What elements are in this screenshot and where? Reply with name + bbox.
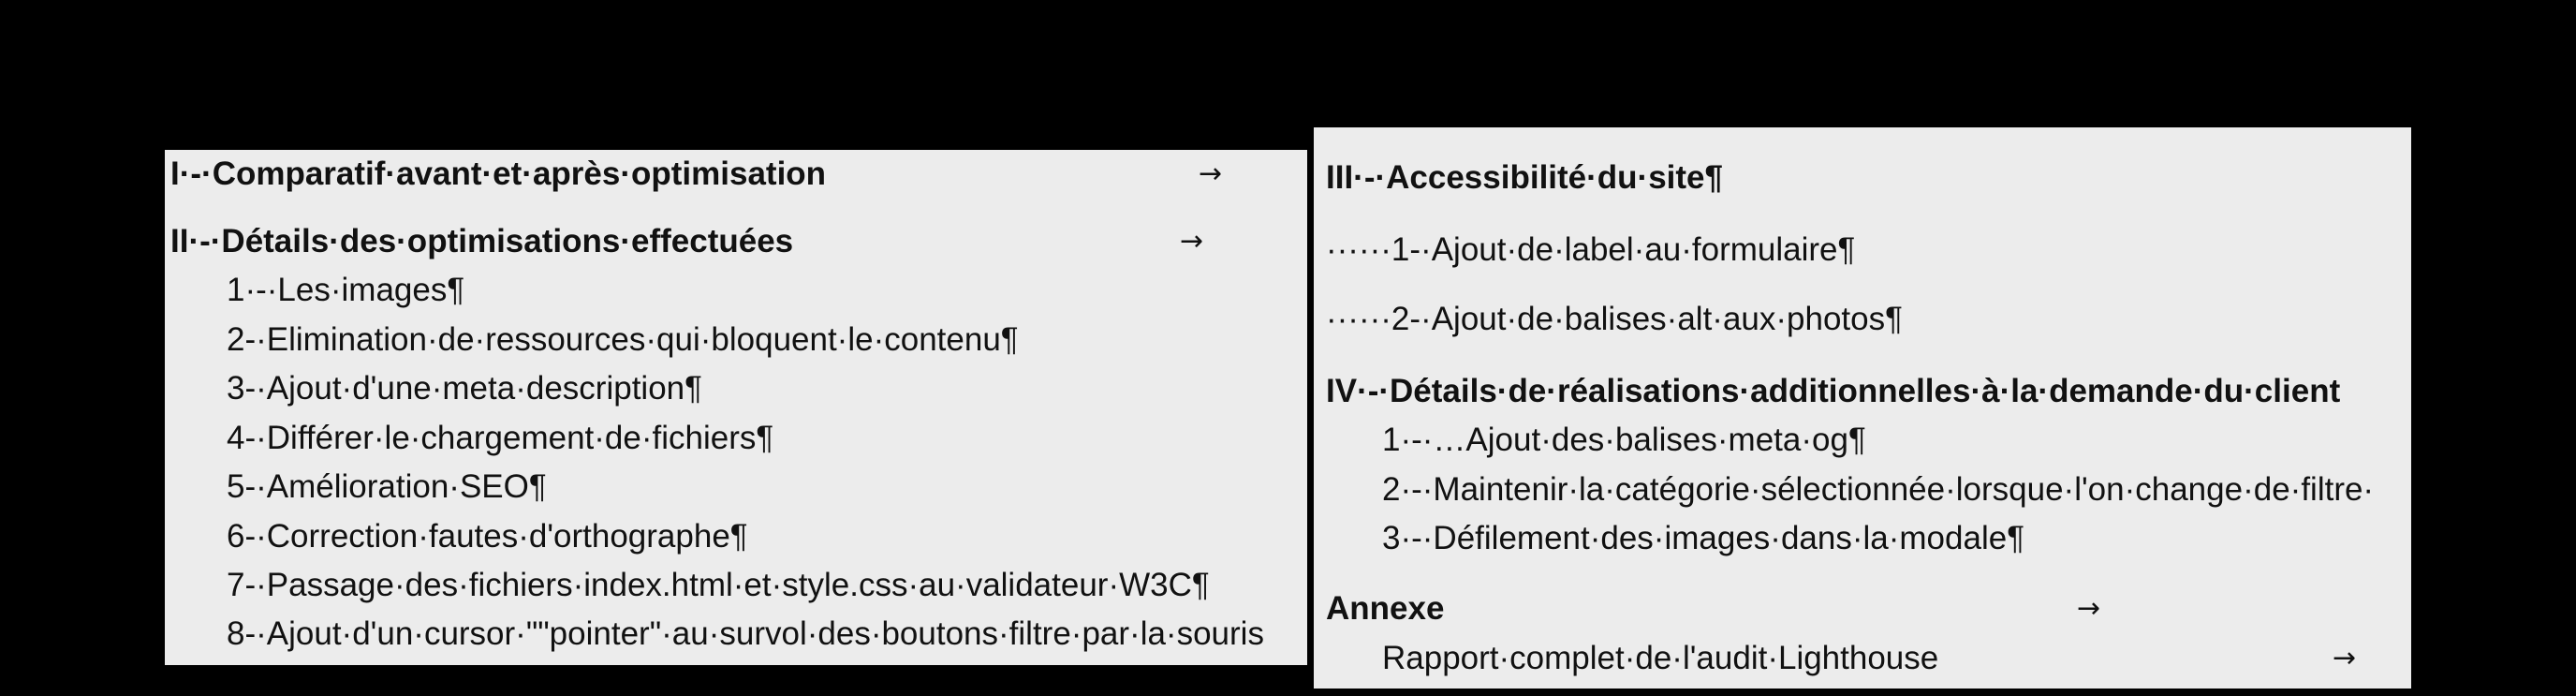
tab-arrow-icon: → — [1180, 225, 1204, 258]
toc-panel-right: III·-·Accessibilité·du·site¶ ······1-·Aj… — [1314, 127, 2411, 689]
toc-item-balises-alt[interactable]: ······2-·Ajout·de·balises·alt·aux·photos… — [1326, 301, 1903, 338]
toc-item-rapport-lighthouse[interactable]: Rapport·complet·de·l'audit·Lighthouse — [1382, 640, 1938, 677]
toc-heading-annexe[interactable]: Annexe — [1326, 590, 1444, 628]
toc-heading-accessibilite[interactable]: III·-·Accessibilité·du·site¶ — [1326, 159, 1723, 197]
toc-item-validateur-w3c[interactable]: 7-·Passage·des·fichiers·index.html·et·st… — [227, 567, 1210, 604]
toc-item-images[interactable]: 1·-·Les·images¶ — [227, 272, 464, 309]
toc-panel-left: I·-·Comparatif·avant·et·après·optimisati… — [165, 150, 1307, 665]
toc-item-elimination-ressources[interactable]: 2-·Elimination·de·ressources·qui·bloquen… — [227, 321, 1019, 359]
toc-item-meta-description[interactable]: 3-·Ajout·d'une·meta·description¶ — [227, 370, 702, 407]
toc-heading-details-optimisations[interactable]: II·-·Détails·des·optimisations·effectuée… — [170, 223, 793, 260]
toc-item-balises-meta-og[interactable]: 1·-·…Ajout·des·balises·meta·og¶ — [1382, 422, 1866, 459]
toc-item-correction-orthographe[interactable]: 6-·Correction·fautes·d'orthographe¶ — [227, 518, 748, 555]
tab-arrow-icon: → — [2077, 592, 2101, 625]
toc-heading-comparatif[interactable]: I·-·Comparatif·avant·et·après·optimisati… — [170, 155, 826, 193]
tab-arrow-icon: → — [2333, 642, 2357, 674]
toc-heading-realisations-additionnelles[interactable]: IV·-·Détails·de·réalisations·additionnel… — [1326, 373, 2340, 410]
toc-item-defilement-images[interactable]: 3·-·Défilement·des·images·dans·la·modale… — [1382, 520, 2024, 557]
toc-item-cursor-pointer[interactable]: 8-·Ajout·d'un·cursor·""pointer"·au·survo… — [227, 615, 1264, 653]
toc-item-differer-chargement[interactable]: 4-·Différer·le·chargement·de·fichiers¶ — [227, 420, 773, 457]
tab-arrow-icon: → — [1199, 157, 1223, 190]
toc-item-label-formulaire[interactable]: ······1-·Ajout·de·label·au·formulaire¶ — [1326, 231, 1855, 269]
toc-item-categorie-selectionnee[interactable]: 2·-·Maintenir·la·catégorie·sélectionnée·… — [1382, 471, 2374, 509]
toc-item-amelioration-seo[interactable]: 5-·Amélioration·SEO¶ — [227, 468, 547, 506]
